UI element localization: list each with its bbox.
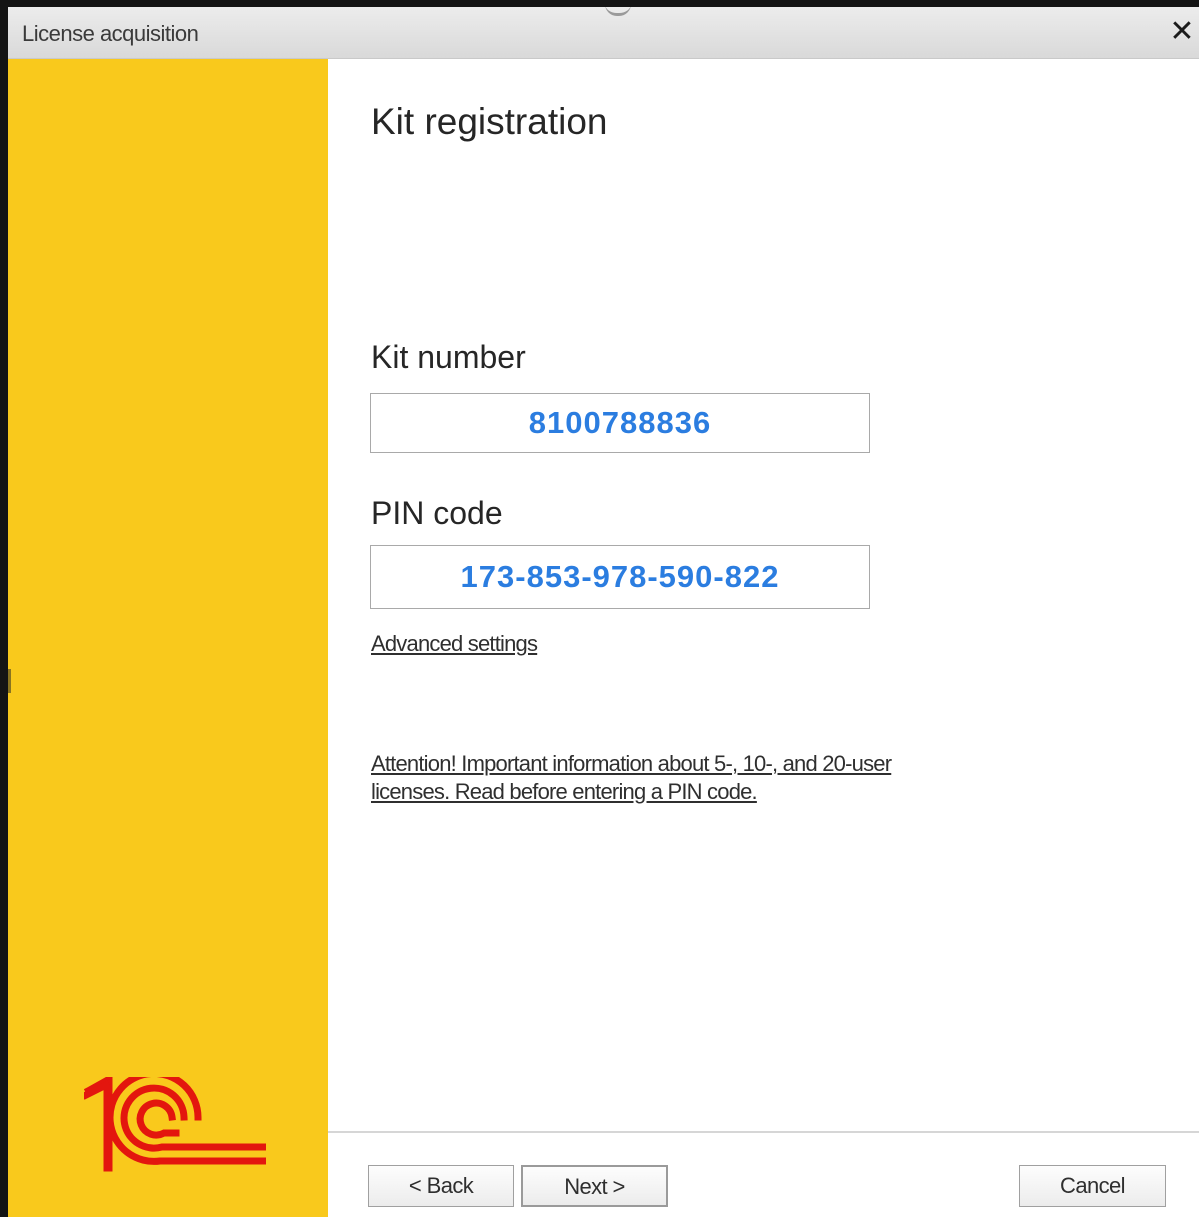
main-content: Kit registration Kit number 8100788836 P…: [328, 59, 1199, 1217]
close-icon[interactable]: ✕: [1165, 13, 1199, 51]
footer-divider: [328, 1131, 1199, 1133]
advanced-settings-link[interactable]: Advanced settings: [371, 631, 538, 657]
attention-link-line-1[interactable]: Attention! Important information about 5…: [371, 751, 892, 777]
sidebar-panel: [8, 59, 328, 1217]
attention-link-line-2[interactable]: licenses. Read before entering a PIN cod…: [371, 779, 758, 805]
1c-logo-icon: [84, 1077, 266, 1172]
title-bar-grip: [605, 7, 631, 16]
pin-code-label: PIN code: [371, 495, 503, 531]
page-title: Kit registration: [371, 101, 608, 142]
license-acquisition-window: License acquisition ✕ Kit registration K…: [0, 0, 1199, 1217]
kit-number-field[interactable]: 8100788836: [370, 393, 870, 453]
pin-code-field[interactable]: 173-853-978-590-822: [370, 545, 870, 609]
kit-number-label: Kit number: [371, 339, 526, 375]
back-button[interactable]: < Back: [368, 1165, 514, 1207]
next-button[interactable]: Next >: [521, 1165, 668, 1207]
window-title: License acquisition: [22, 21, 199, 46]
cancel-button[interactable]: Cancel: [1019, 1165, 1166, 1207]
sidebar-edge-mark: [8, 669, 11, 693]
title-bar[interactable]: License acquisition ✕: [8, 7, 1199, 59]
